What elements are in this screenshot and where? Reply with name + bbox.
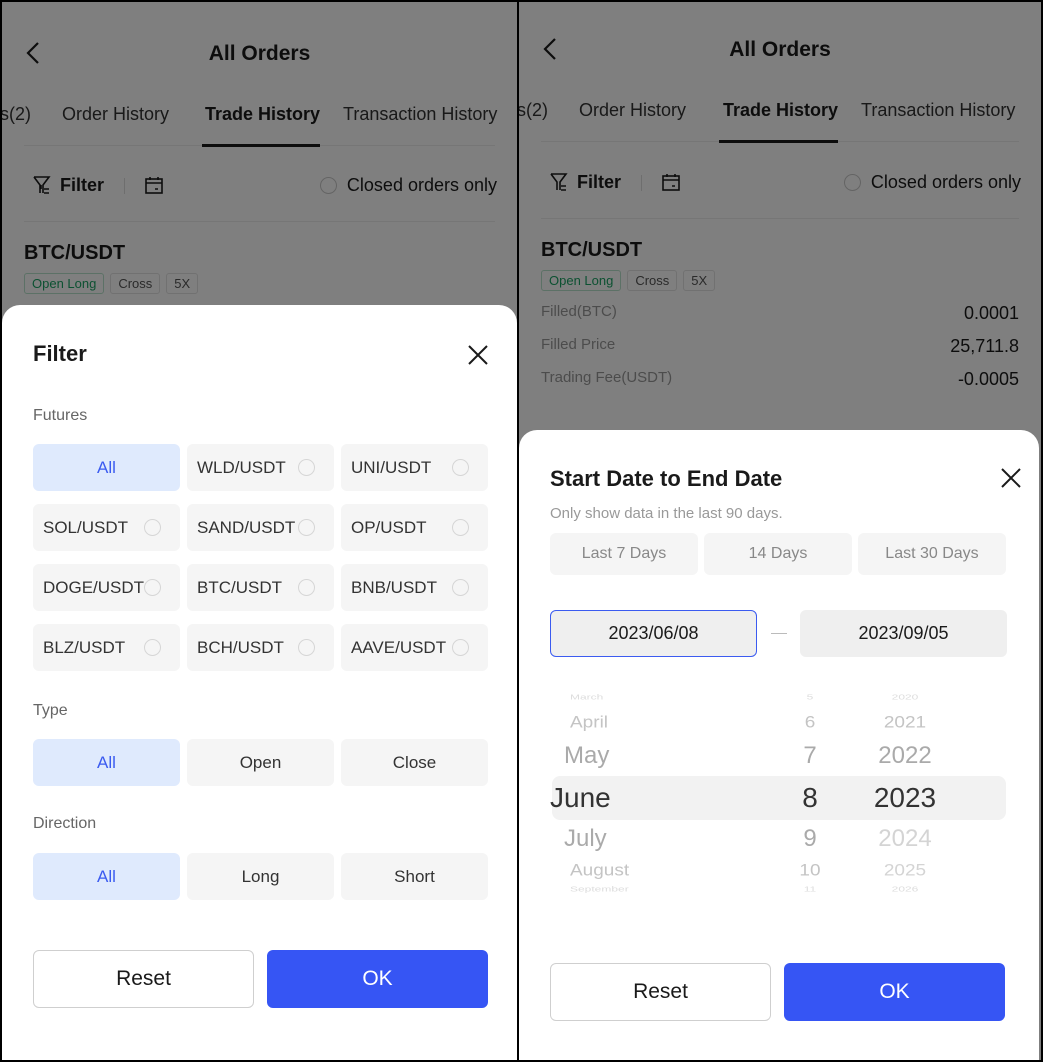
reset-button[interactable]: Reset [33, 950, 254, 1008]
start-date-field[interactable]: 2023/06/08 [550, 610, 757, 657]
futures-option[interactable]: DOGE/USDT [33, 564, 180, 611]
futures-option[interactable]: SAND/USDT [187, 504, 334, 551]
year-item: 2026 [891, 884, 919, 894]
month-item: May [564, 742, 610, 769]
futures-option[interactable]: BCH/USDT [187, 624, 334, 671]
direction-option-all[interactable]: All [33, 853, 180, 900]
radio-icon [144, 579, 161, 596]
range-separator [771, 633, 787, 634]
year-wheel[interactable]: 2020 2021 2022 2023 2024 2025 2026 [840, 692, 970, 900]
date-range-screen: All Orders s(2) Order History Trade Hist… [519, 2, 1041, 1060]
sheet-title: Filter [33, 341, 87, 366]
direction-option-short[interactable]: Short [341, 853, 488, 900]
close-icon[interactable] [466, 343, 490, 367]
futures-option[interactable]: BTC/USDT [187, 564, 334, 611]
quick-range-options: Last 7 Days 14 Days Last 30 Days [550, 533, 1006, 575]
filter-screen: All Orders s(2) Order History Trade Hist… [2, 2, 517, 1060]
type-options: All Open Close [33, 739, 488, 786]
date-range-sheet: Start Date to End Date Only show data in… [519, 430, 1039, 1060]
quick-range-14-days[interactable]: 14 Days [704, 533, 852, 575]
radio-icon [298, 519, 315, 536]
quick-range-7-days[interactable]: Last 7 Days [550, 533, 698, 575]
quick-range-30-days[interactable]: Last 30 Days [858, 533, 1006, 575]
futures-option[interactable]: UNI/USDT [341, 444, 488, 491]
radio-icon [298, 639, 315, 656]
year-item: 2024 [878, 825, 932, 852]
sheet-actions: Reset OK [33, 950, 488, 1008]
year-item: 2021 [883, 713, 927, 732]
filter-sheet: Filter Futures All WLD/USDT UNI/USDT SOL… [2, 305, 517, 1060]
month-item: September [570, 884, 629, 894]
date-picker-wheel: March April May June July August Septemb… [550, 692, 1008, 900]
sheet-title: Start Date to End Date [550, 466, 783, 491]
radio-icon [452, 639, 469, 656]
radio-icon [452, 579, 469, 596]
month-item-selected: June [550, 782, 611, 813]
futures-label: Futures [33, 407, 88, 424]
futures-option[interactable]: SOL/USDT [33, 504, 180, 551]
direction-option-long[interactable]: Long [187, 853, 334, 900]
futures-option[interactable]: BNB/USDT [341, 564, 488, 611]
direction-options: All Long Short [33, 853, 488, 900]
type-label: Type [33, 702, 68, 719]
futures-option[interactable]: BLZ/USDT [33, 624, 180, 671]
futures-option-all[interactable]: All [33, 444, 180, 491]
month-item: April [570, 713, 609, 732]
type-option-all[interactable]: All [33, 739, 180, 786]
month-wheel[interactable]: March April May June July August Septemb… [550, 692, 730, 900]
radio-icon [144, 519, 161, 536]
type-option-open[interactable]: Open [187, 739, 334, 786]
year-item: 2025 [883, 861, 927, 880]
month-item: March [570, 692, 604, 702]
radio-icon [452, 519, 469, 536]
year-item: 2022 [878, 742, 932, 769]
year-item-selected: 2023 [873, 782, 937, 813]
radio-icon [144, 639, 161, 656]
date-range-inputs: 2023/06/08 2023/09/05 [550, 610, 1008, 657]
radio-icon [298, 459, 315, 476]
reset-button[interactable]: Reset [550, 963, 771, 1021]
month-item: July [564, 825, 607, 852]
futures-options: All WLD/USDT UNI/USDT SOL/USDT SAND/USDT… [33, 444, 488, 671]
type-option-close[interactable]: Close [341, 739, 488, 786]
year-item: 2020 [891, 692, 919, 702]
futures-option[interactable]: OP/USDT [341, 504, 488, 551]
futures-option[interactable]: AAVE/USDT [341, 624, 488, 671]
ok-button[interactable]: OK [267, 950, 488, 1008]
radio-icon [452, 459, 469, 476]
month-item: August [570, 861, 630, 880]
radio-icon [298, 579, 315, 596]
futures-option[interactable]: WLD/USDT [187, 444, 334, 491]
ok-button[interactable]: OK [784, 963, 1005, 1021]
end-date-field[interactable]: 2023/09/05 [800, 610, 1007, 657]
date-range-hint: Only show data in the last 90 days. [550, 505, 783, 522]
close-icon[interactable] [999, 466, 1023, 490]
direction-label: Direction [33, 815, 97, 832]
sheet-actions: Reset OK [550, 963, 1005, 1021]
